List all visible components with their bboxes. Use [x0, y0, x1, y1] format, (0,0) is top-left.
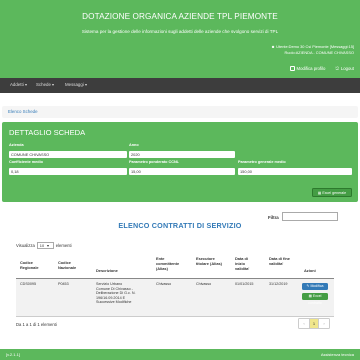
th-data-fine[interactable]: Data di fine validita' — [269, 256, 291, 267]
cell-data-fine: 31/12/2019 — [269, 282, 288, 286]
version-label: [v.2.1.1] — [6, 352, 20, 357]
param-gen-label: Parametro generale medio — [238, 160, 286, 164]
detail-title: DETTAGLIO SCHEDA — [9, 128, 86, 137]
cell-esecutore: Chivasso — [196, 282, 212, 286]
app-subtitle: Sistema per la gestione delle informazio… — [81, 29, 279, 34]
assistance-link[interactable]: Assistenza tecnica — [321, 352, 354, 357]
edit-icon — [289, 66, 295, 71]
param-gen-field: 150,00 — [238, 168, 352, 175]
user-icon: ☻ — [270, 44, 276, 49]
descrizione-line: Successive Modifiche — [96, 300, 132, 305]
page-size-select[interactable]: 10 — [36, 242, 54, 249]
cell-codice-nazionale: P0453 — [58, 282, 69, 286]
modify-profile-link[interactable]: Modifica profilo — [289, 66, 326, 71]
excel-generale-button[interactable]: ▦ Excel generale — [312, 188, 352, 197]
th-esecutore[interactable]: Esecutore titolare (Alias) — [196, 256, 226, 267]
detail-panel: DETTAGLIO SCHEDA Azienda COMUNE CHIVASSO… — [2, 122, 358, 202]
pagination-page[interactable]: 1 — [309, 319, 319, 328]
filter-label: Filtra — [268, 215, 279, 220]
show-suffix: elementi — [55, 243, 72, 248]
coeff-label: Coefficiente medio — [9, 160, 43, 164]
contracts-title: ELENCO CONTRATTI DI SERVIZIO — [118, 221, 242, 230]
coeff-field: 0,18 — [9, 168, 127, 175]
breadcrumb: Elenco Schede — [2, 106, 358, 118]
azienda-label: Azienda — [9, 143, 24, 147]
pagination-prev[interactable]: ‹ — [299, 319, 309, 328]
chevron-down-icon — [46, 244, 49, 247]
logout-label: Logout — [340, 66, 354, 71]
th-codice-regionale[interactable]: Codice Regionale — [20, 260, 50, 271]
nav-item-schede[interactable]: Schede — [36, 82, 55, 87]
excel-icon: ▦ — [317, 191, 322, 195]
excel-contratto-button[interactable]: ▦ Excel contratto — [302, 293, 328, 305]
nav-label: Addetti — [10, 82, 24, 87]
th-data-inizio[interactable]: Data di inizio validita' — [235, 256, 257, 271]
param-ccnl-field: 15,00 — [129, 168, 235, 175]
th-azioni: Azioni — [304, 268, 316, 273]
pagination: ‹ 1 › — [298, 318, 330, 329]
user-line: Utente:Demo 30 Csi Piemonte [Messaggi:15… — [276, 44, 354, 49]
user-info: ☻ Utente:Demo 30 Csi Piemonte [Messaggi:… — [271, 44, 354, 49]
show-entries: Visualizza 10 elementi — [16, 242, 72, 249]
logout-icon: ⎋ — [335, 66, 339, 71]
cell-data-inizio: 01/01/2015 — [235, 282, 254, 286]
modifica-label: Modifica — [310, 284, 324, 288]
app-title: DOTAZIONE ORGANICA AZIENDE TPL PIEMONTE — [82, 12, 278, 21]
param-ccnl-label: Parametro ponderato CCNL — [129, 160, 179, 164]
show-prefix: Visualizza — [16, 243, 35, 248]
chevron-down-icon — [85, 83, 88, 86]
table-header: Codice Regionale Codice Nazionale Descri… — [16, 251, 334, 279]
anno-field: 2020 — [129, 151, 235, 158]
nav-item-addetti[interactable]: Addetti — [10, 82, 28, 87]
breadcrumb-link-elenco-schede[interactable]: Elenco Schede — [8, 109, 38, 114]
th-descrizione[interactable]: Descrizione — [96, 268, 136, 274]
anno-label: Anno — [129, 143, 139, 147]
logout-link[interactable]: ⎋ Logout — [335, 66, 354, 71]
th-ente[interactable]: Ente committente (Alias) — [156, 256, 186, 271]
cell-ente: Chivasso — [156, 282, 172, 286]
table-info: Da 1 a 1 di 1 elementi — [16, 322, 57, 327]
nav-label: Schede — [36, 82, 51, 87]
table-row: CDS0095 P0453 Servizio Urbano Comune Di … — [16, 279, 334, 317]
role-info: Ruolo:AZIENDA - COMUNE CHIVASSO — [284, 50, 354, 55]
modifica-button[interactable]: ✎ Modifica — [302, 283, 328, 290]
excel-generale-label: Excel generale — [322, 191, 347, 195]
chevron-down-icon — [52, 83, 55, 86]
nav-item-messaggi[interactable]: Messaggi — [65, 82, 88, 87]
edit-icon: ✎ — [306, 284, 310, 288]
th-codice-nazionale[interactable]: Codice Nazionale — [58, 260, 88, 271]
chevron-down-icon — [25, 83, 28, 86]
cell-codice-regionale: CDS0095 — [20, 282, 36, 286]
cell-descrizione: Servizio Urbano Comune Di Chivasso - Del… — [96, 282, 152, 305]
header-links: Modifica profilo ⎋ Logout — [289, 66, 354, 71]
nav-label: Messaggi — [65, 82, 84, 87]
filter-input[interactable] — [282, 212, 338, 221]
app-footer: [v.2.1.1] Assistenza tecnica — [0, 349, 360, 360]
page-size-value: 10 — [39, 243, 45, 248]
pagination-next[interactable]: › — [319, 319, 329, 328]
main-navbar: Addetti Schede Messaggi — [0, 78, 360, 93]
app-header: DOTAZIONE ORGANICA AZIENDE TPL PIEMONTE … — [0, 0, 360, 78]
modify-profile-label: Modifica profilo — [296, 66, 326, 71]
azienda-field: COMUNE CHIVASSO — [9, 151, 127, 158]
excel-icon: ▦ — [308, 294, 312, 298]
